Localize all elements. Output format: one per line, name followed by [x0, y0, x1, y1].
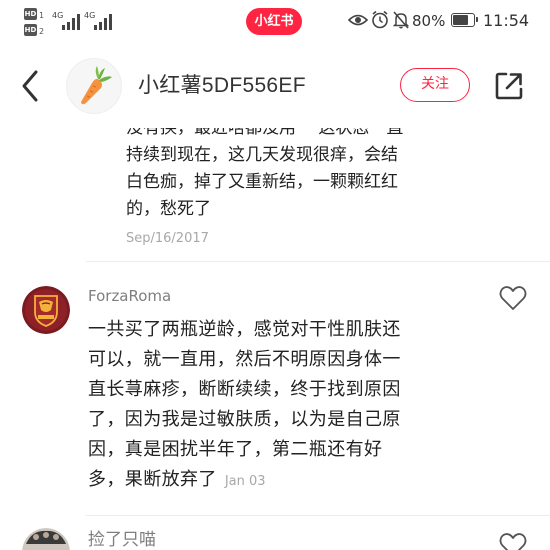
sim2-number: 2	[39, 27, 45, 36]
sim1-indicator: HD 1	[24, 8, 46, 20]
profile-header: 小红薯5DF556EF 关注	[0, 44, 550, 128]
page-title: 小红薯5DF556EF	[138, 74, 306, 97]
eye-icon	[348, 14, 368, 26]
battery-icon	[451, 13, 478, 27]
comment-text: 一共买了两瓶逆龄，感觉对干性肌肤还 可以，就一直用，然后不明原因身体一 直长荨麻…	[88, 315, 462, 497]
signal-2: 4G	[84, 11, 114, 31]
sim2-hd-label: HD	[24, 24, 37, 36]
app-badge: 小红书	[246, 8, 302, 35]
cat-avatar-icon	[22, 528, 70, 550]
signal-bars-icon	[62, 14, 82, 30]
previous-comment-line: 的，愁死了	[126, 199, 211, 219]
sim1-number: 1	[39, 11, 45, 20]
avatar[interactable]	[22, 528, 70, 550]
alarm-icon	[372, 10, 388, 29]
comment-username[interactable]: 捡了只喵	[88, 530, 156, 550]
sim2-indicator: HD 2	[24, 24, 46, 36]
comment-date: Jan 03	[224, 474, 266, 489]
comment-divider	[86, 515, 550, 516]
comment-line: 多，果断放弃了	[88, 469, 217, 490]
comment-line: 了，因为我是过敏肤质，以为是自己原	[88, 409, 401, 430]
previous-comment-line: 没有换，最近啥都没用 一这状态一直	[126, 128, 404, 138]
avatar[interactable]	[66, 58, 122, 114]
comment-line: 一共买了两瓶逆龄，感觉对干性肌肤还	[88, 319, 401, 340]
previous-comment-line: 持续到现在，这几天发现很痒，会结	[126, 145, 398, 165]
comment-date: Sep/16/2017	[126, 231, 209, 246]
comment-username[interactable]: ForzaRoma	[88, 286, 171, 306]
mute-bell-icon	[393, 11, 409, 29]
app-screen: HD 1 HD 2 4G 4G 小红书 80% 11:54 小红薯5DF556E…	[0, 0, 550, 550]
battery-fill	[453, 15, 468, 25]
signal-1: 4G	[52, 11, 82, 31]
clock: 11:54	[483, 11, 530, 30]
share-icon[interactable]	[493, 70, 525, 102]
follow-button[interactable]: 关注	[400, 68, 470, 102]
comment-divider	[86, 261, 550, 262]
comment-line-last: 多，果断放弃了 Jan 03	[88, 465, 462, 497]
back-arrow-icon[interactable]	[16, 68, 44, 104]
avatar[interactable]	[22, 286, 70, 334]
status-bar: HD 1 HD 2 4G 4G 小红书 80% 11:54	[0, 0, 550, 44]
heart-icon[interactable]	[499, 532, 527, 550]
comment-list[interactable]: 没有换，最近啥都没用 一这状态一直 持续到现在，这几天发现很痒，会结 白色痂，掉…	[0, 128, 550, 550]
heart-icon[interactable]	[499, 285, 527, 311]
roma-crest-icon	[22, 286, 70, 334]
sim1-hd-label: HD	[24, 8, 37, 20]
comment-line: 可以，就一直用，然后不明原因身体一	[88, 349, 401, 370]
signal-bars-icon	[94, 14, 114, 30]
battery-percent: 80%	[412, 12, 446, 30]
comment-line: 直长荨麻疹，断断续续，终于找到原因	[88, 379, 401, 400]
previous-comment-line: 白色痂，掉了又重新结，一颗颗红红	[126, 172, 398, 192]
carrot-icon	[81, 66, 112, 105]
comment-line: 因，真是困扰半年了，第二瓶还有好	[88, 439, 383, 460]
